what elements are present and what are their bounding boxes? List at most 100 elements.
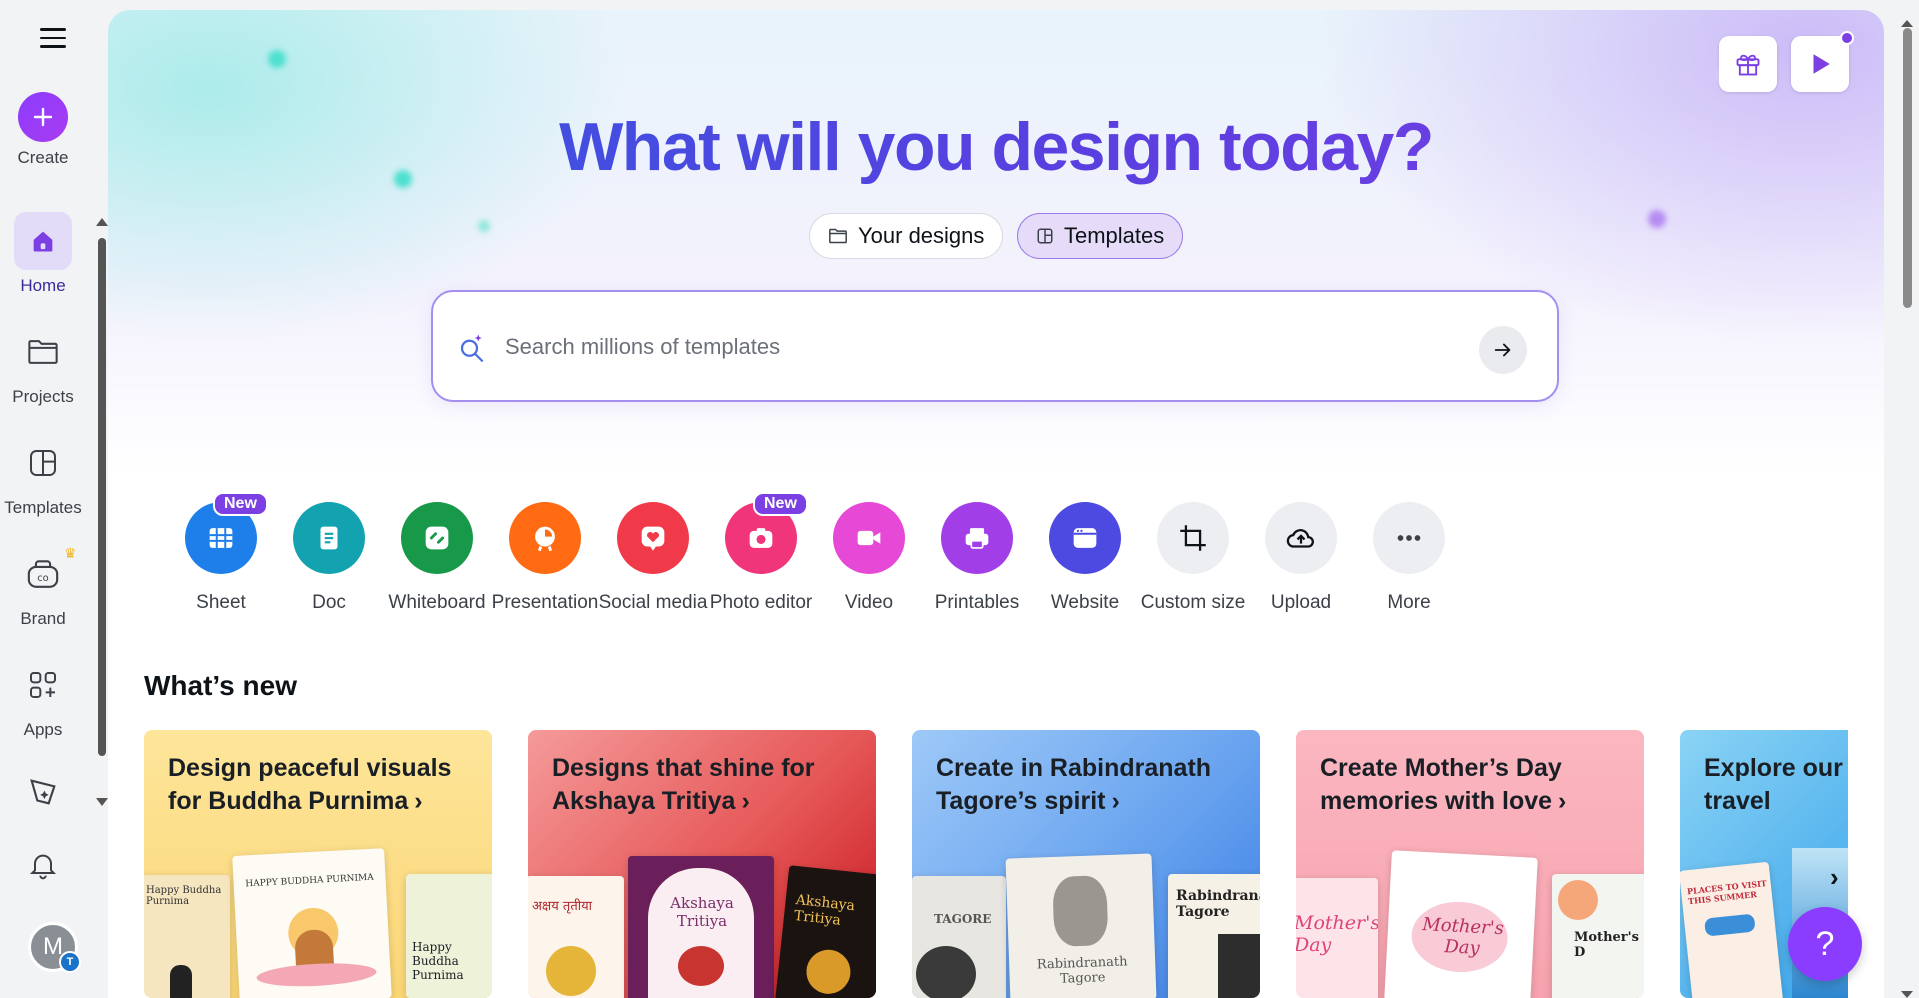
bell-icon	[14, 836, 72, 894]
doc-icon	[293, 502, 365, 574]
folder-icon	[829, 228, 847, 244]
thumbnail-text: Mother's Day	[1421, 913, 1505, 959]
whats-new-card-tagore[interactable]: Create in Rabindranath Tagore’s spirit › …	[912, 730, 1260, 998]
search-input[interactable]	[505, 322, 1465, 372]
whats-new-card-mothers-day[interactable]: Create Mother’s Day memories with love › …	[1296, 730, 1644, 998]
rail-item-label: Projects	[12, 387, 74, 406]
chevron-right-icon: ›	[414, 787, 423, 815]
template-thumbnail: Rabindranath Tagore	[1168, 874, 1260, 998]
template-thumbnail: Mother's D	[1552, 874, 1644, 998]
svg-text:co: co	[37, 573, 49, 584]
template-thumbnail: Happy Buddha Purnima	[406, 874, 492, 998]
rail-item-home[interactable]: Home	[0, 212, 86, 296]
card-title: Create in Rabindranath Tagore’s spirit ›	[936, 752, 1246, 818]
templates-icon	[14, 434, 72, 492]
thumbnail-text: HAPPY BUDDHA PURNIMA	[245, 872, 375, 890]
team-badge: T	[59, 951, 81, 973]
rail-item-brand[interactable]: co Brand	[0, 545, 86, 629]
card-title: Explore our summer travel	[1704, 754, 1848, 815]
thumbnail-text: Akshaya Tritiya	[793, 892, 856, 929]
play-icon	[1813, 54, 1830, 74]
thumbnail-text: Rabindranath Tagore	[1176, 888, 1260, 920]
sparkle-decoration	[478, 220, 490, 232]
plus-icon	[18, 92, 68, 142]
video-icon	[833, 502, 905, 574]
template-thumbnail: अक्षय तृतीया	[528, 876, 624, 998]
thumbnail-text: PLACES TO VISIT THIS SUMMER	[1686, 878, 1768, 907]
rail-item-label: Home	[20, 276, 66, 295]
thumbnail-text: अक्षय तृतीया	[532, 899, 593, 914]
whats-new-card-buddha-purnima[interactable]: Design peaceful visuals for Buddha Purni…	[144, 730, 492, 998]
template-thumbnail: TAGORE	[912, 876, 1006, 998]
page-title: What will you design today?	[108, 108, 1884, 186]
search-submit-button[interactable]	[1479, 326, 1527, 374]
presentation-icon	[509, 502, 581, 574]
hamburger-menu-icon[interactable]	[40, 28, 66, 50]
scroll-thumb[interactable]	[98, 238, 106, 756]
template-thumbnail: Mother's Day	[1384, 850, 1538, 998]
page-scrollbar[interactable]	[1900, 20, 1914, 998]
tab-label: Your designs	[858, 223, 985, 248]
template-thumbnail: Rabindranath Tagore	[1005, 853, 1157, 998]
template-thumbnail: Happy Buddha Purnima	[144, 875, 230, 998]
help-button[interactable]: ?	[1788, 907, 1862, 981]
folder-icon	[14, 323, 72, 381]
tab-templates[interactable]: Templates	[1017, 213, 1184, 259]
gift-button[interactable]	[1719, 36, 1777, 92]
rail-item-label: Brand	[20, 609, 66, 628]
gift-icon	[1736, 54, 1760, 76]
templates-icon	[1037, 228, 1053, 244]
shortcut-label: More	[1387, 592, 1431, 613]
sparkle-decoration	[268, 50, 286, 68]
avatar[interactable]: M T	[28, 922, 81, 973]
sparkle-decoration	[1648, 210, 1666, 228]
scroll-up-arrow-icon[interactable]	[1901, 20, 1913, 27]
template-thumbnail: Akshaya Tritiya	[775, 865, 876, 998]
scroll-down-arrow-icon[interactable]	[1901, 991, 1913, 998]
thumbnail-text: Happy Buddha Purnima	[412, 940, 464, 982]
printer-icon	[941, 502, 1013, 574]
create-button[interactable]: Create	[0, 92, 86, 168]
card-title: Create Mother’s Day memories with love ›	[1320, 752, 1630, 818]
cloud-upload-icon	[1265, 502, 1337, 574]
heart-icon	[617, 502, 689, 574]
chevron-right-icon: ›	[741, 787, 750, 815]
rail-item-templates[interactable]: Templates	[0, 434, 86, 518]
notification-dot	[1840, 31, 1854, 45]
main-panel: What will you design today? Your designs…	[108, 10, 1884, 998]
rail-item-label: Apps	[23, 720, 63, 739]
magic-search-icon	[460, 334, 484, 362]
play-button[interactable]	[1791, 31, 1854, 92]
scroll-up-arrow-icon[interactable]	[96, 218, 108, 226]
left-rail: Create Home Projects Templates ♛ co Bran…	[0, 0, 86, 998]
rail-item-label: Templates	[4, 498, 82, 517]
tab-your-designs[interactable]: Your designs	[809, 213, 1004, 259]
new-badge: New	[753, 492, 808, 516]
section-title-whats-new: What’s new	[144, 670, 297, 701]
thumbnail-text: TAGORE	[934, 912, 992, 926]
template-thumbnail: HAPPY BUDDHA PURNIMA	[232, 848, 392, 998]
rail-item-apps[interactable]: Apps	[0, 656, 86, 740]
crop-icon	[1157, 502, 1229, 574]
chevron-right-icon: ›	[1558, 787, 1567, 815]
home-icon	[14, 212, 72, 270]
hero-banner: What will you design today? Your designs…	[108, 10, 1884, 480]
template-thumbnail: Mother's Day	[1296, 878, 1378, 998]
rail-scrollbar[interactable]	[96, 216, 108, 806]
shortcut-more[interactable]: More	[1344, 502, 1474, 614]
more-icon	[1373, 502, 1445, 574]
whats-new-card-akshaya-tritiya[interactable]: Designs that shine for Akshaya Tritiya › …	[528, 730, 876, 998]
thumbnail-text: Rabindranath Tagore	[1036, 954, 1128, 987]
website-icon	[1049, 502, 1121, 574]
apps-icon	[14, 656, 72, 714]
create-label: Create	[17, 148, 69, 167]
notifications-button[interactable]	[0, 836, 86, 894]
rail-item-magic[interactable]	[0, 763, 86, 821]
search-bar	[431, 290, 1559, 402]
brand-icon: co	[14, 545, 72, 603]
scroll-down-arrow-icon[interactable]	[96, 798, 108, 806]
rail-item-projects[interactable]: Projects	[0, 323, 86, 407]
scroll-thumb[interactable]	[1903, 28, 1912, 308]
carousel-next-chevron-icon[interactable]: ›	[1830, 862, 1856, 892]
chevron-right-icon: ›	[1111, 787, 1120, 815]
